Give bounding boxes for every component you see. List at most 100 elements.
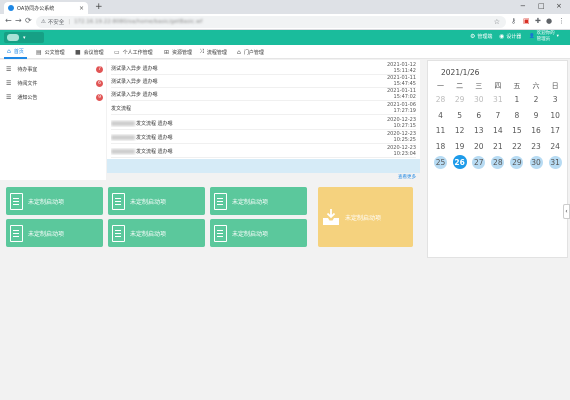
menu-item-meetings[interactable]: ■ 会议管理 [72, 45, 107, 59]
shuffle-icon: ⤨ [199, 48, 204, 55]
list-item-todo[interactable]: ☰ 待办事宜 7 [0, 63, 106, 76]
news-title[interactable]: 测试录入异步 遗办嗯 [111, 91, 364, 98]
list-item-to-read[interactable]: ☰ 待阅文件 6 [0, 77, 106, 90]
extensions-puzzle-icon[interactable]: ✚ [535, 17, 541, 25]
side-collapse-tab[interactable]: ‹ [563, 204, 570, 219]
day-number: 15 [512, 126, 522, 136]
designer-button[interactable]: ◉ 设计器 [499, 33, 521, 40]
list-icon: ☰ [6, 94, 12, 101]
launch-tile[interactable]: 未定制启动项 [6, 219, 103, 247]
calendar-day[interactable]: 11 [431, 123, 450, 139]
day-number: 23 [531, 142, 541, 152]
menu-item-portal[interactable]: ⌂ 门户管理 [234, 45, 267, 59]
browser-tab[interactable]: OA协同办公系统 × [4, 2, 88, 14]
calendar-day[interactable]: 8 [507, 108, 526, 124]
calendar-day[interactable]: 29 [507, 154, 526, 170]
calendar-day[interactable]: 31 [546, 154, 565, 170]
calendar-day[interactable]: 1 [507, 92, 526, 108]
launch-tile[interactable]: 未定制启动项 [108, 187, 205, 215]
reload-icon[interactable]: ⟳ [25, 16, 32, 25]
menu-label: 首页 [13, 48, 24, 55]
calendar-day[interactable]: 12 [450, 123, 469, 139]
news-title[interactable]: 发文流程 遗办嗯 [136, 149, 173, 155]
calendar-day[interactable]: 14 [488, 123, 507, 139]
new-tab-button[interactable]: + [95, 2, 103, 12]
news-row[interactable]: 发文流程 遗办嗯 2020-12-23 10:25:25 [111, 131, 416, 144]
news-title[interactable]: 发文流程 遗办嗯 [136, 135, 173, 141]
calendar-day-today[interactable]: 26 [450, 154, 469, 170]
news-title[interactable]: 测试录入异步 遗办嗯 [111, 65, 364, 72]
key-icon[interactable]: ⚷ [511, 17, 516, 25]
tab-close-icon[interactable]: × [79, 5, 84, 12]
count-badge: 9 [96, 94, 103, 101]
day-number: 29 [510, 155, 524, 169]
browser-menu-icon[interactable]: ⋮ [558, 17, 565, 25]
news-row[interactable]: 发文流程 遗办嗯 2020-12-23 10:27:15 [111, 117, 416, 130]
calendar-day[interactable]: 3 [546, 92, 565, 108]
menu-label: 会议管理 [83, 49, 104, 56]
news-title[interactable]: 发文流程 遗办嗯 [136, 121, 173, 127]
list-item-notices[interactable]: ☰ 通知公告 9 [0, 91, 106, 104]
calendar-day[interactable]: 10 [546, 108, 565, 124]
launch-tile[interactable]: 未定制启动项 [6, 187, 103, 215]
calendar-day[interactable]: 27 [469, 154, 488, 170]
address-bar[interactable]: ⚠ 不安全 | 172.16.19.22:8080/oa/home/basic/… [36, 16, 506, 28]
news-title[interactable]: 发文流程 [111, 105, 364, 112]
app-logo[interactable]: ▾ [4, 32, 44, 43]
calendar-day[interactable]: 4 [431, 108, 450, 124]
news-list: 测试录入异步 遗办嗯 2021-01-12 15:11:42 测试录入异步 遗办… [107, 60, 420, 173]
calendar-day[interactable]: 28 [488, 154, 507, 170]
calendar-day[interactable]: 29 [450, 92, 469, 108]
forward-arrow-icon[interactable]: → [15, 16, 22, 25]
window-close-button[interactable]: × [556, 2, 562, 10]
calendar-day[interactable]: 19 [450, 139, 469, 155]
calendar-day[interactable]: 23 [526, 139, 545, 155]
news-title[interactable]: 测试录入异步 遗办嗯 [111, 78, 364, 85]
day-number: 7 [495, 110, 501, 120]
menu-item-home[interactable]: ⌂ 首页 [4, 45, 27, 59]
back-arrow-icon[interactable]: ← [5, 16, 12, 25]
user-menu[interactable]: 👤 欢迎你的 管理员 ▾ [529, 31, 559, 43]
chevron-down-icon: ▾ [556, 34, 559, 39]
calendar-day[interactable]: 31 [488, 92, 507, 108]
window-minimize-button[interactable]: − [520, 2, 526, 10]
window-maximize-button[interactable]: □ [538, 2, 545, 10]
extension-badge-icon[interactable]: ▣ [523, 17, 530, 25]
news-row[interactable]: 测试录入异步 遗办嗯 2021-01-11 15:47:45 [111, 75, 416, 88]
calendar-day[interactable]: 30 [469, 92, 488, 108]
calendar-day[interactable]: 13 [469, 123, 488, 139]
calendar-day[interactable]: 9 [526, 108, 545, 124]
calendar-day[interactable]: 20 [469, 139, 488, 155]
launch-tile[interactable]: 未定制启动项 [108, 219, 205, 247]
menu-item-resources[interactable]: ⊞ 资源管理 [161, 45, 195, 59]
calendar-day[interactable]: 21 [488, 139, 507, 155]
calendar-day[interactable]: 22 [507, 139, 526, 155]
calendar-day[interactable]: 5 [450, 108, 469, 124]
calendar-day[interactable]: 28 [431, 92, 450, 108]
list-icon: ☰ [6, 80, 12, 87]
calendar-day[interactable]: 7 [488, 108, 507, 124]
calendar-day[interactable]: 15 [507, 123, 526, 139]
news-row[interactable]: 测试录入异步 遗办嗯 2021-01-11 15:47:02 [111, 88, 416, 101]
bookmark-star-icon[interactable]: ☆ [494, 18, 500, 26]
profile-icon[interactable]: ● [546, 17, 552, 25]
launch-tile[interactable]: 未定制启动项 [210, 219, 307, 247]
menu-item-workflow[interactable]: ⤨ 流程管理 [196, 45, 230, 59]
calendar-day[interactable]: 2 [526, 92, 545, 108]
menu-item-documents[interactable]: ▤ 公文管理 [33, 45, 68, 59]
calendar-day[interactable]: 16 [526, 123, 545, 139]
calendar-day[interactable]: 24 [546, 139, 565, 155]
view-more-link[interactable]: 查看更多 [398, 174, 416, 180]
calendar-day[interactable]: 17 [546, 123, 565, 139]
news-row[interactable]: 发文流程 2021-01-06 17:27:19 [111, 102, 416, 115]
admin-button[interactable]: ⚙ 管理端 [470, 33, 492, 40]
news-row[interactable]: 测试录入异步 遗办嗯 2021-01-12 15:11:42 [111, 62, 416, 75]
calendar-day[interactable]: 18 [431, 139, 450, 155]
menu-item-personal-work[interactable]: ▭ 个人工作管理 [111, 45, 156, 59]
launch-tile-large[interactable]: 未定制启动项 [318, 187, 413, 247]
launch-tile[interactable]: 未定制启动项 [210, 187, 307, 215]
calendar-day[interactable]: 30 [526, 154, 545, 170]
news-row[interactable]: 发文流程 遗办嗯 2020-12-23 10:23:04 [111, 145, 416, 158]
calendar-day[interactable]: 25 [431, 154, 450, 170]
calendar-day[interactable]: 6 [469, 108, 488, 124]
